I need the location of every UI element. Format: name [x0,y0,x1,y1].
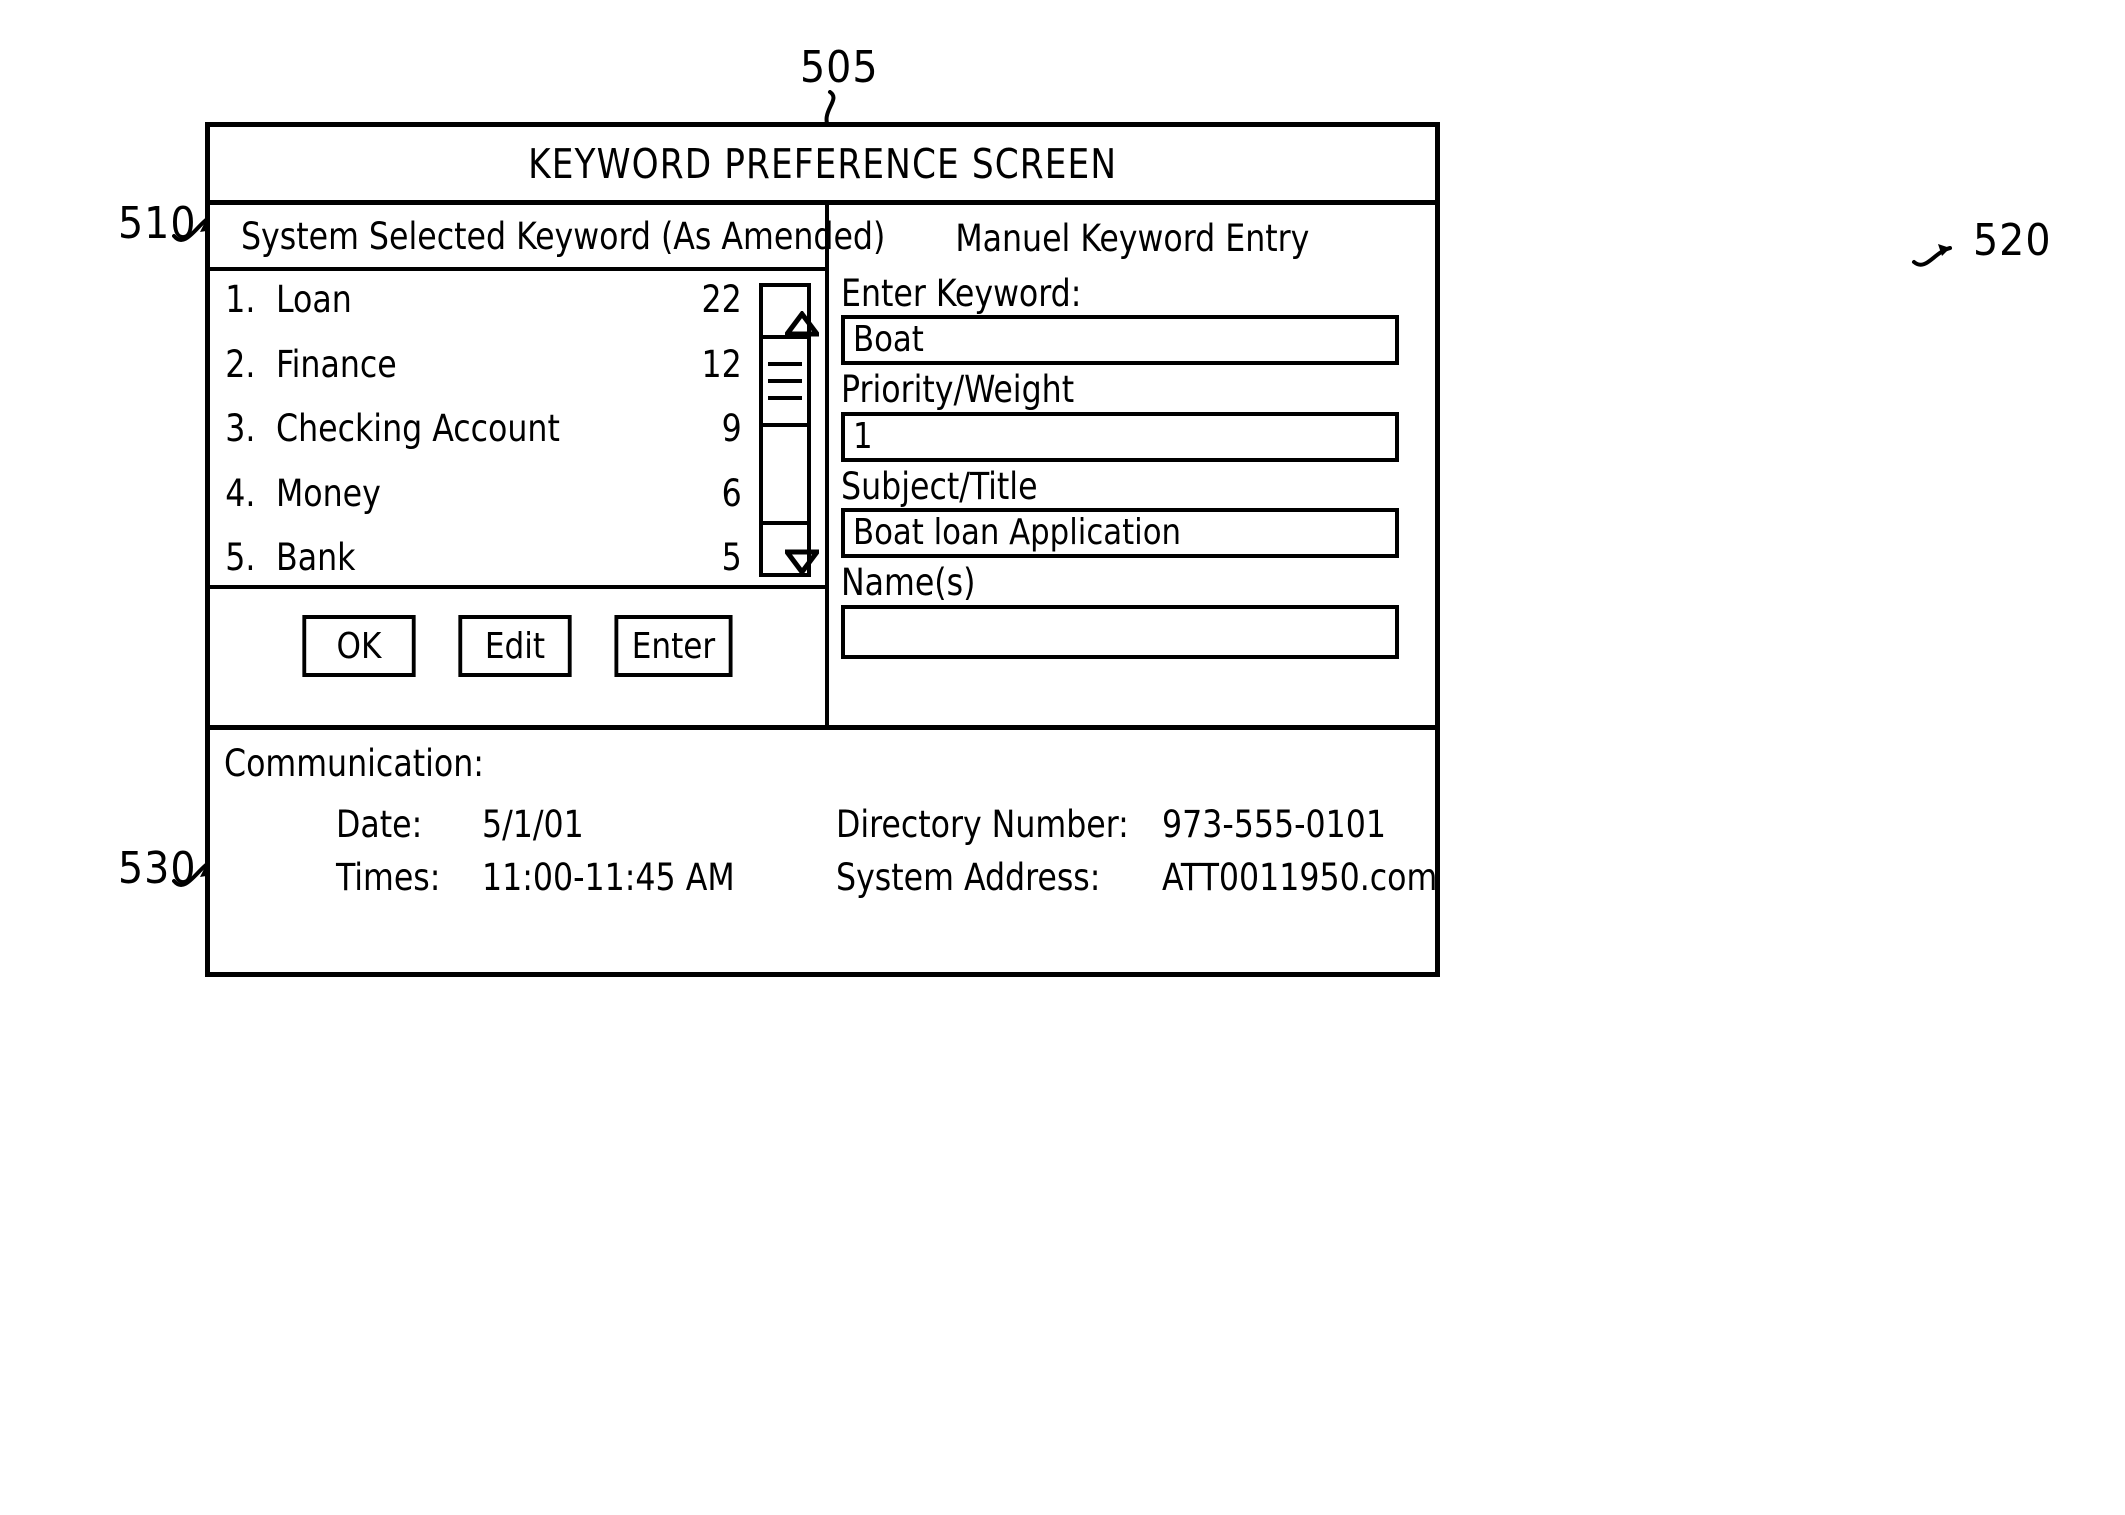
system-address-value: ATT0011950.com [1162,855,1438,899]
communication-date-row: Date: 5/1/01 [336,799,836,852]
right-panel-header-label: Manuel Keyword Entry [954,216,1310,260]
communication-times-row: Times: 11:00-11:45 AM [336,852,836,905]
priority-weight-value: 1 [853,415,873,457]
scrollbar-thumb[interactable] [763,339,807,427]
window-body: System Selected Keyword (As Amended) 1. … [210,205,1435,725]
keyword-list-region: 1. Loan 22 2. Finance 12 3. Checking Acc… [210,271,825,589]
enter-keyword-value: Boat [853,319,924,361]
names-label: Name(s) [841,561,976,605]
keyword-label: Money [276,471,381,515]
subject-title-label: Subject/Title [841,464,1038,508]
callout-520: 520 [1973,215,2052,266]
keyword-label: Checking Account [276,407,560,450]
scroll-down-button[interactable] [763,521,819,575]
page-title: KEYWORD PREFERENCE SCREEN [528,139,1117,188]
keyword-index: 1. [225,278,256,321]
times-value: 11:00-11:45 AM [482,855,735,899]
keyword-index: 3. [225,407,256,450]
communication-system-address-row: System Address: ATT0011950.com [836,852,1452,905]
keyword-count: 22 [701,278,742,321]
subject-title-value: Boat loan Application [853,512,1182,554]
communication-left-column: Date: 5/1/01 Times: 11:00-11:45 AM [336,799,836,904]
list-item[interactable]: 3. Checking Account 9 [224,410,743,452]
communication-details: Date: 5/1/01 Times: 11:00-11:45 AM Direc… [224,799,1437,904]
priority-weight-label: Priority/Weight [841,368,1075,412]
communication-panel: Communication: Date: 5/1/01 Times: 11:00… [210,725,1437,972]
keyword-count: 12 [701,342,742,386]
subject-title-input[interactable]: Boat loan Application [841,508,1399,559]
keyword-label: Loan [276,278,352,321]
subject-title-field-block: Subject/Title Boat loan Application [841,464,1399,559]
enter-button[interactable]: Enter [614,615,733,677]
enter-keyword-label: Enter Keyword: [841,272,1082,315]
keyword-count: 9 [721,407,742,450]
right-panel-header: Manuel Keyword Entry [829,205,1435,271]
callout-505: 505 [800,42,879,93]
list-item[interactable]: 5. Bank 5 [224,539,743,581]
left-panel-header: System Selected Keyword (As Amended) [210,205,885,271]
scroll-up-button[interactable] [763,287,819,339]
enter-keyword-field-block: Enter Keyword: Boat [841,272,1399,366]
keyword-label: Bank [276,536,356,579]
communication-directory-number-row: Directory Number: 973-555-0101 [836,799,1452,852]
keyword-index: 4. [225,471,256,515]
keyword-index: 5. [225,536,256,579]
scrollbar-grip-line [768,362,802,366]
date-label: Date: [336,803,423,846]
names-field-block: Name(s) [841,561,1399,659]
scrollbar-track[interactable] [763,339,807,521]
communication-title: Communication: [224,742,484,785]
callout-520-leader [1912,244,1952,267]
list-item[interactable]: 2. Finance 12 [224,346,743,388]
directory-number-label: Directory Number: [836,803,1129,846]
priority-weight-field-block: Priority/Weight 1 [841,368,1399,462]
list-item[interactable]: 1. Loan 22 [224,281,743,323]
system-address-label: System Address: [836,855,1101,899]
enter-keyword-input[interactable]: Boat [841,315,1399,366]
communication-right-column: Directory Number: 973-555-0101 System Ad… [836,799,1452,904]
window-title-bar: KEYWORD PREFERENCE SCREEN [210,127,1435,205]
keyword-list-scrollbar[interactable] [759,283,819,577]
manual-keyword-entry-panel: Manuel Keyword Entry Enter Keyword: Boat… [829,205,1435,725]
scrollbar-grip-line [768,379,802,383]
keyword-entry-form: Enter Keyword: Boat Priority/Weight 1 Su… [829,271,1435,725]
keyword-count: 5 [721,536,742,579]
date-value: 5/1/01 [482,803,584,846]
keyword-index: 2. [225,342,256,386]
scrollbar-grip-line [768,396,802,400]
keyword-list[interactable]: 1. Loan 22 2. Finance 12 3. Checking Acc… [210,281,749,581]
directory-number-value: 973-555-0101 [1162,803,1386,846]
keyword-preference-window: KEYWORD PREFERENCE SCREEN System Selecte… [205,122,1440,977]
action-button-row: OK Edit Enter [210,589,825,725]
times-label: Times: [336,855,441,899]
system-selected-keyword-panel: System Selected Keyword (As Amended) 1. … [210,205,885,725]
ok-button[interactable]: OK [302,615,416,677]
keyword-label: Finance [276,342,397,386]
list-item[interactable]: 4. Money 6 [224,475,743,517]
priority-weight-input[interactable]: 1 [841,411,1399,462]
names-input[interactable] [841,604,1399,659]
left-panel-header-label: System Selected Keyword (As Amended) [240,214,886,258]
edit-button[interactable]: Edit [458,615,572,677]
keyword-count: 6 [721,471,742,515]
